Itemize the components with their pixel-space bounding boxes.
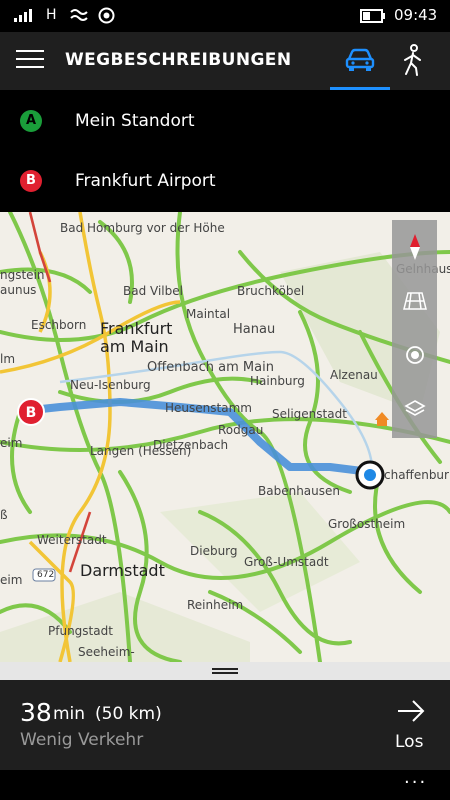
place-babenhausen: Babenhausen [258,484,340,498]
grip-icon [212,668,238,674]
signal-strength-icon [14,9,32,22]
duration-unit: min [53,704,86,724]
duration-value: 38 [20,698,52,727]
city-frankfurt: Frankfurt am Main [100,319,173,356]
place-koenigstein: ngstein [0,268,45,282]
go-label: Los [395,732,424,752]
place-reinheim: Reinheim [187,598,244,612]
status-bar: H 09:43 [0,0,450,32]
place-alzenau: Alzenau [330,368,378,382]
place-eschborn: Eschborn [31,318,87,332]
tab-car[interactable] [330,32,390,90]
place-weiterstadt: Weiterstadt [37,533,107,547]
place-langen: Langen (Hessen) [90,444,192,458]
drag-handle[interactable] [0,662,450,680]
place-left-eim-2: eim [0,573,23,587]
data-transfer-icon [70,9,88,21]
distance-value: (50 km) [95,704,162,724]
battery-icon [360,9,385,23]
place-seeheim: Seeheim- [78,645,135,659]
location-target-icon [405,346,424,364]
marker-b: B [20,170,42,192]
marker-a: A [20,110,42,132]
waypoint-end-label: Frankfurt Airport [75,171,216,191]
compass-button[interactable] [392,220,437,274]
place-hainburg: Hainburg [250,374,305,388]
map-3d-icon [402,292,427,310]
compass-icon [409,234,420,260]
network-type: H [46,7,57,23]
svg-text:B: B [26,405,37,421]
place-aschaffenburg: chaffenbur [384,468,449,482]
place-bad-homburg: Bad Homburg vor der Höhe [60,221,225,235]
layers-icon [403,400,426,416]
app-bar: ··· [0,770,450,800]
route-panel: A Mein Standort B Frankfurt Airport [0,90,450,212]
go-button[interactable]: Los [380,694,440,760]
place-pfungstadt: Pfungstadt [48,624,113,638]
place-offenbach: Offenbach am Main [147,360,274,375]
place-gross-umstadt: Groß-Umstadt [244,555,329,569]
waypoint-end[interactable]: B Frankfurt Airport [0,151,450,211]
app-header: WEGBESCHREIBUNGEN [0,32,450,90]
place-maintal: Maintal [186,307,231,321]
place-left-eim-1: eim [0,436,23,450]
map-3d-button[interactable] [392,274,437,328]
locate-me-button[interactable] [392,328,437,382]
place-seligenstadt: Seligenstadt [272,407,347,421]
map-roads: B [0,212,450,662]
page-title: WEGBESCHREIBUNGEN [65,50,292,70]
clock: 09:43 [394,6,438,24]
place-heusenstamm: Heusenstamm [165,401,252,415]
place-hanau: Hanau [233,322,276,337]
route-summary[interactable]: 38 min (50 km) Wenig Verkehr Los [0,680,450,770]
walk-icon[interactable] [400,44,426,76]
hamburger-icon[interactable] [16,50,44,72]
waypoint-start[interactable]: A Mein Standort [0,91,450,151]
place-bruchkoebel: Bruchköbel [237,284,305,298]
place-left-lm: lm [0,352,16,366]
city-darmstadt: Darmstadt [80,561,165,580]
place-dieburg: Dieburg [190,544,238,558]
place-dietzenbach: Dietzenbach [153,438,229,452]
place-bad-vilbel: Bad Vilbel [123,284,183,298]
layers-button[interactable] [392,382,437,436]
waypoint-start-label: Mein Standort [75,111,195,131]
place-grossostheim: Großostheim [328,517,406,531]
map-tool-rail [392,220,437,438]
map-view[interactable]: B Bad Homburg vor der Höhe Gelnhause ngs… [0,212,450,662]
car-icon [345,48,375,71]
traffic-status: Wenig Verkehr [20,730,144,750]
place-left-ss: ß [0,508,8,522]
place-neu-isenburg: Neu-Isenburg [70,378,151,392]
arrow-right-icon [398,700,425,722]
place-taunus: aunus [0,283,37,297]
nfc-icon [98,7,115,24]
place-rodgau: Rodgau [218,423,264,437]
more-options-icon[interactable]: ··· [404,772,427,793]
road-shield-672: 672 [37,570,55,580]
